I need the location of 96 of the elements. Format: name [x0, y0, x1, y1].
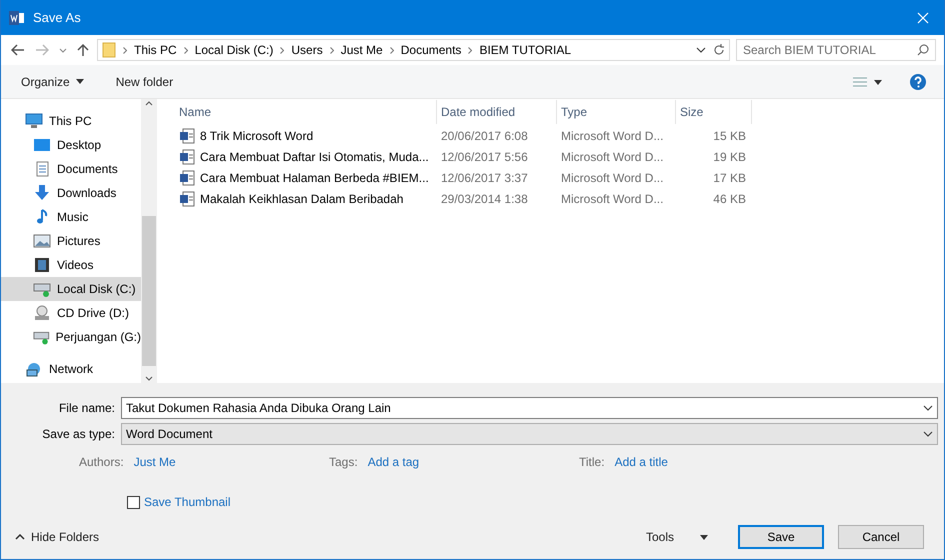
- checkbox-label[interactable]: Save Thumbnail: [144, 495, 230, 509]
- word-document-icon: [179, 190, 195, 206]
- picture-icon: [33, 233, 51, 249]
- date-cell-text: 12/06/2017 3:37: [440, 170, 529, 184]
- column-header[interactable]: Type: [557, 100, 676, 124]
- recent-locations-button[interactable]: [57, 46, 69, 54]
- breadcrumb[interactable]: Documents: [400, 43, 462, 57]
- type-cell-text: Microsoft Word D...: [560, 192, 664, 206]
- chevron-right-icon: [280, 46, 284, 54]
- view-options-icon[interactable]: [852, 76, 882, 88]
- sidebar-item[interactable]: CD Drive (D:): [1, 301, 141, 325]
- breadcrumb[interactable]: Local Disk (C:): [194, 43, 274, 57]
- desktop-icon: [33, 137, 51, 153]
- file-name-field[interactable]: Takut Dokumen Rahasia Anda Dibuka Orang Lain: [121, 397, 938, 419]
- sidebar-item[interactable]: Downloads: [1, 181, 141, 205]
- film-icon: [33, 257, 51, 273]
- hide-folders-button[interactable]: Hide Folders: [13, 528, 102, 546]
- type-cell-text: Microsoft Word D...: [560, 150, 664, 164]
- sidebar-item[interactable]: Videos: [1, 253, 141, 277]
- back-button[interactable]: [9, 42, 27, 58]
- word-document-icon: [179, 170, 195, 186]
- computer-icon: [25, 113, 43, 129]
- meta-link[interactable]: Just Me: [134, 455, 176, 469]
- file-name-cell[interactable]: Makalah Keikhlasan Dalam Beribadah: [175, 190, 437, 206]
- search-icon: [917, 44, 929, 56]
- chevron-right-icon: [330, 46, 334, 54]
- type-cell-text: Microsoft Word D...: [560, 128, 664, 142]
- size-cell-text: 17 KB: [712, 170, 747, 184]
- breadcrumb[interactable]: Just Me: [340, 43, 383, 57]
- size-cell-text: 19 KB: [712, 150, 747, 164]
- chevron-right-icon: [390, 46, 394, 54]
- disc-drive-icon: [33, 305, 51, 321]
- up-button[interactable]: [75, 41, 91, 59]
- sidebar-item[interactable]: Music: [1, 205, 141, 229]
- date-cell-text: 20/06/2017 6:08: [440, 128, 529, 142]
- sidebar-item[interactable]: Local Disk (C:): [1, 277, 141, 301]
- meta-label: Title:: [579, 455, 605, 469]
- sidebar-item[interactable]: This PC: [1, 109, 141, 133]
- help-icon[interactable]: [910, 74, 926, 90]
- file-name-cell[interactable]: Cara Membuat Daftar Isi Otomatis, Muda...: [175, 148, 437, 164]
- new-folder-button[interactable]: New folder: [114, 72, 176, 90]
- organize-button[interactable]: Organize: [19, 72, 86, 90]
- chevron-right-icon: [468, 46, 472, 54]
- column-header[interactable]: Date modified: [437, 100, 557, 124]
- save-button[interactable]: Save: [738, 525, 824, 549]
- scroll-down-icon[interactable]: [145, 376, 153, 381]
- word-document-icon: [179, 128, 195, 144]
- meta-label: Tags:: [329, 455, 358, 469]
- refresh-icon[interactable]: [713, 44, 725, 56]
- caret-icon: [76, 79, 84, 84]
- chevron-right-icon: [123, 46, 127, 54]
- network-icon: [25, 361, 43, 377]
- date-cell-text: 29/03/2014 1:38: [440, 192, 529, 206]
- sidebar-item[interactable]: Network: [1, 357, 141, 381]
- breadcrumb[interactable]: This PC: [134, 43, 177, 57]
- address-bar[interactable]: This PC Local Disk (C:) Users Just Me Documents BIEM TUTORIAL: [97, 39, 730, 61]
- meta-link[interactable]: Add a title: [614, 455, 668, 469]
- drive-icon: [33, 281, 51, 297]
- meta-link[interactable]: Add a tag: [368, 455, 420, 469]
- close-icon: [917, 12, 929, 24]
- file-name-cell[interactable]: 8 Trik Microsoft Word: [175, 128, 437, 144]
- scroll-up-icon[interactable]: [145, 101, 153, 106]
- size-cell-text: 46 KB: [712, 192, 747, 206]
- meta-label: Authors:: [79, 455, 124, 469]
- down-arrow-icon: [33, 185, 51, 201]
- cancel-button[interactable]: Cancel: [838, 525, 924, 549]
- breadcrumb[interactable]: BIEM TUTORIAL: [479, 43, 572, 57]
- file-type-dropdown[interactable]: Word Document: [121, 423, 938, 445]
- field-label: File name:: [58, 401, 116, 415]
- word-document-icon: [9, 10, 25, 26]
- drive-icon: [33, 329, 50, 345]
- sidebar-item[interactable]: Desktop: [1, 133, 141, 157]
- chevron-right-icon: [184, 46, 188, 54]
- column-header[interactable]: Name: [175, 100, 437, 124]
- chevron-down-icon: [923, 431, 933, 437]
- scrollbar[interactable]: [141, 99, 157, 383]
- date-cell-text: 12/06/2017 5:56: [440, 150, 529, 164]
- search-field[interactable]: Search BIEM TUTORIAL: [736, 39, 936, 61]
- chevron-up-icon: [15, 534, 25, 540]
- sidebar-item[interactable]: Pictures: [1, 229, 141, 253]
- checkbox[interactable]: [127, 496, 140, 508]
- file-name-cell[interactable]: Cara Membuat Halaman Berbeda #BIEM...: [175, 170, 437, 186]
- field-label: Save as type:: [41, 427, 116, 441]
- folder-icon: [102, 42, 116, 58]
- sidebar-item[interactable]: Documents: [1, 157, 141, 181]
- sidebar-item[interactable]: Perjuangan (G:): [1, 325, 141, 349]
- chevron-down-icon: [696, 47, 706, 53]
- word-document-icon: [179, 148, 195, 164]
- window-title: Save As: [33, 10, 82, 25]
- tools-button[interactable]: Tools: [644, 528, 710, 546]
- chevron-down-icon: [923, 405, 933, 411]
- column-header[interactable]: Size: [676, 100, 752, 124]
- breadcrumb[interactable]: Users: [291, 43, 323, 57]
- size-cell-text: 15 KB: [712, 128, 747, 142]
- type-cell-text: Microsoft Word D...: [560, 170, 664, 184]
- caret-icon: [700, 534, 708, 540]
